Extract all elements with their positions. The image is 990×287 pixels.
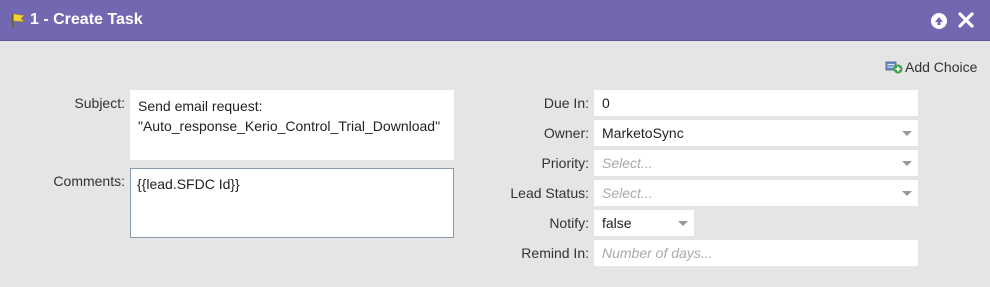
comments-label: Comments: [53,173,125,189]
notify-value: false [602,215,632,231]
remind-in-placeholder: Number of days... [602,245,713,261]
add-choice-button[interactable]: Add Choice [885,58,977,76]
close-icon[interactable] [957,11,975,29]
owner-select[interactable]: MarketoSync [594,120,918,146]
chevron-down-icon [902,131,912,136]
dialog-title: 1 - Create Task [30,11,143,28]
remind-in-label: Remind In: [521,245,589,261]
comments-field[interactable]: {{lead.SFDC Id}} [130,168,454,238]
chevron-down-icon [678,221,688,226]
flag-icon [12,13,25,27]
lead-status-placeholder: Select... [602,185,653,201]
due-in-input[interactable]: 0 [594,90,918,116]
chevron-down-icon [902,161,912,166]
remind-in-input[interactable]: Number of days... [594,240,918,266]
owner-label: Owner: [543,125,589,141]
due-in-value: 0 [602,95,610,111]
notify-select[interactable]: false [594,210,694,236]
subject-label: Subject: [74,95,125,111]
due-in-label: Due In: [543,95,589,111]
dialog-header: 1 - Create Task [0,0,990,41]
subject-line-1: Send email request: [138,98,263,114]
chevron-down-icon [902,191,912,196]
priority-select[interactable]: Select... [594,150,918,176]
priority-label: Priority: [541,155,589,171]
comments-value: {{lead.SFDC Id}} [137,176,240,192]
priority-placeholder: Select... [602,155,653,171]
subject-line-2: "Auto_response_Kerio_Control_Trial_Downl… [138,118,441,134]
add-choice-label: Add Choice [905,59,978,75]
lead-status-select[interactable]: Select... [594,180,918,206]
lead-status-label: Lead Status: [510,185,589,201]
notify-label: Notify: [549,215,589,231]
add-choice-icon [885,61,903,74]
subject-field[interactable]: Send email request: "Auto_response_Kerio… [130,90,454,160]
arrow-up-icon[interactable] [931,13,947,29]
owner-value: MarketoSync [602,125,684,141]
